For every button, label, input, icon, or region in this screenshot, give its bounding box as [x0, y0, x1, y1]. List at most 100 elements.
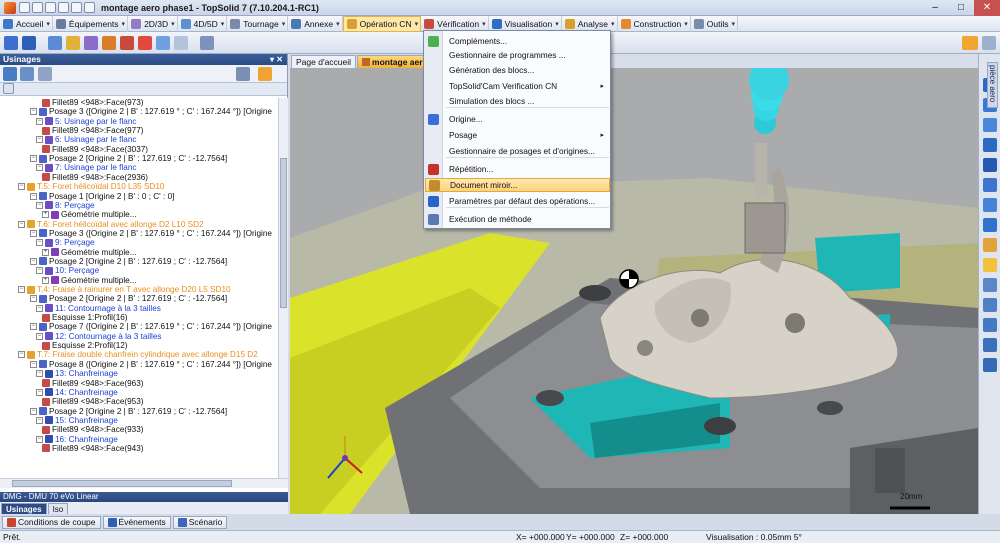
- expand-icon[interactable]: [20, 67, 34, 81]
- tree-node[interactable]: − Posage 8 ([Origine 2 | B' : 127.619 ° ;…: [30, 360, 272, 369]
- view-section-icon[interactable]: [983, 218, 997, 232]
- tab-montage-aero[interactable]: montage aero: [357, 55, 433, 68]
- tree-node[interactable]: − Posage 2 [Origine 2 | B' : 127.619 ; C'…: [30, 154, 227, 163]
- filter-icon[interactable]: [3, 67, 17, 81]
- view-top-icon[interactable]: [983, 158, 997, 172]
- collapse-icon[interactable]: −: [30, 229, 37, 237]
- undo-icon[interactable]: [58, 2, 69, 13]
- collapse-icon[interactable]: −: [36, 416, 43, 424]
- tree-node[interactable]: − T.5: Foret hélicoïdal D10 L35 SD10: [18, 182, 164, 191]
- tree-node[interactable]: Esquisse 2:Profil(12): [42, 341, 128, 350]
- tree-node[interactable]: − 14: Chanfreinage: [36, 388, 118, 397]
- collapse-icon[interactable]: −: [30, 155, 37, 163]
- view-wire-icon[interactable]: [983, 298, 997, 312]
- collapse-icon[interactable]: −: [36, 201, 43, 209]
- tree-node[interactable]: − T.7: Fraise double chanfrein cylindriqu…: [18, 350, 258, 359]
- menu-2d-3d[interactable]: 2D/3D ▾: [128, 15, 178, 32]
- tree-node[interactable]: − 10: Perçage: [36, 266, 99, 275]
- tree-node[interactable]: Fillet89 <948>:Face(3037): [42, 145, 148, 154]
- collapse-icon[interactable]: −: [36, 435, 43, 443]
- grid-icon[interactable]: [174, 36, 188, 50]
- new-operation-icon[interactable]: [22, 36, 36, 50]
- menu--quipements[interactable]: Équipements ▾: [53, 15, 129, 32]
- tree-node[interactable]: Fillet89 <948>:Face(933): [42, 425, 143, 434]
- view-hide-icon[interactable]: [983, 318, 997, 332]
- menu-item-document-miroir[interactable]: Document miroir...: [425, 178, 610, 192]
- menu-item-param-tres-par-d-faut-des-op-rations[interactable]: Paramètres par défaut des opérations...: [425, 194, 610, 208]
- tree-node[interactable]: − Posage 3 ([Origine 2 | B' : 127.619 ° ;…: [30, 107, 272, 116]
- tool-icon[interactable]: [48, 36, 62, 50]
- collapse-icon[interactable]: −: [36, 332, 43, 340]
- collapse-icon[interactable]: −: [36, 388, 43, 396]
- tree-node[interactable]: − 15: Chanfreinage: [36, 416, 118, 425]
- tree-node[interactable]: Fillet89 <948>:Face(963): [42, 379, 143, 388]
- menu-item-topsolid-cam-verification-cn[interactable]: TopSolid'Cam Verification CN ▸: [425, 79, 610, 93]
- view-color-icon[interactable]: [983, 238, 997, 252]
- collapse-icon[interactable]: −: [30, 108, 37, 116]
- collapse-icon[interactable]: −: [36, 117, 43, 125]
- tree-node[interactable]: − 7: Usinage par le flanc: [36, 163, 136, 172]
- collapse-icon[interactable]: −: [18, 183, 25, 191]
- view-help-icon[interactable]: [983, 258, 997, 272]
- tree-node[interactable]: − 16: Chanfreinage: [36, 435, 118, 444]
- view-light-icon[interactable]: [983, 358, 997, 372]
- link-tools-icon[interactable]: [38, 67, 52, 81]
- collapse-icon[interactable]: −: [30, 257, 37, 265]
- collapse-icon[interactable]: −: [36, 239, 43, 247]
- menu-outils[interactable]: Outils ▾: [691, 15, 739, 32]
- tab-scenario[interactable]: Scénario: [172, 515, 228, 529]
- tree-node[interactable]: Esquisse 1:Profil(16): [42, 313, 128, 322]
- tab-evenements[interactable]: Événements: [102, 515, 171, 529]
- tree-node[interactable]: Fillet89 <948>:Face(977): [42, 126, 143, 135]
- tree-horizontal-scrollbar[interactable]: [0, 478, 288, 488]
- view-fit-icon[interactable]: [983, 178, 997, 192]
- help-icon[interactable]: [982, 36, 996, 50]
- menu-annexe[interactable]: Annexe ▾: [288, 15, 343, 32]
- collapse-icon[interactable]: −: [30, 192, 37, 200]
- menu-item-ex-cution-de-m-thode[interactable]: Exécution de méthode: [425, 212, 610, 226]
- copy-icon[interactable]: [156, 36, 170, 50]
- collapse-icon[interactable]: −: [36, 136, 43, 144]
- tree-node[interactable]: − Posage 2 [Origine 2 | B' : 127.619 ; C'…: [30, 257, 227, 266]
- collapse-icon[interactable]: −: [18, 286, 25, 293]
- select-icon[interactable]: [4, 36, 18, 50]
- expand-icon[interactable]: +: [42, 211, 49, 219]
- menu-item-posage[interactable]: Posage ▸: [425, 128, 610, 142]
- 3d-viewport[interactable]: [290, 68, 978, 514]
- menu-item-r-p-tition[interactable]: Répétition...: [425, 162, 610, 176]
- tree-node[interactable]: − 5: Usinage par le flanc: [36, 117, 136, 126]
- menu-construction[interactable]: Construction ▾: [618, 15, 691, 32]
- drill-icon[interactable]: [66, 36, 80, 50]
- list-view-icon[interactable]: [3, 83, 14, 94]
- menu-item-gestionnaire-de-programmes[interactable]: Gestionnaire de programmes ...: [425, 48, 610, 62]
- collapse-icon[interactable]: −: [30, 360, 37, 368]
- side-tab-piece-aero[interactable]: pièce aero: [987, 62, 998, 108]
- tree-node[interactable]: Fillet89 <948>:Face(2936): [42, 173, 148, 182]
- link-icon[interactable]: [138, 36, 152, 50]
- tree-node[interactable]: Fillet89 <948>:Face(943): [42, 444, 143, 453]
- tree-node[interactable]: Fillet89 <948>:Face(973): [42, 98, 143, 107]
- save-icon[interactable]: [45, 2, 56, 13]
- expand-icon[interactable]: +: [42, 248, 49, 256]
- collapse-icon[interactable]: −: [30, 407, 37, 415]
- view-layer-icon[interactable]: [983, 338, 997, 352]
- tree-node[interactable]: + Géométrie multiple...: [42, 210, 137, 219]
- menu-op-ration-cn[interactable]: Opération CN ▾: [342, 15, 422, 32]
- tree-node[interactable]: − T.4: Fraise à rainurer en T avec allong…: [18, 285, 231, 294]
- view-zoom-icon[interactable]: [983, 118, 997, 132]
- view-shade-icon[interactable]: [983, 278, 997, 292]
- collapse-icon[interactable]: −: [36, 304, 43, 312]
- redo-icon[interactable]: [71, 2, 82, 13]
- panel-pin-close[interactable]: ▾ ✕: [270, 54, 287, 65]
- settings-icon[interactable]: [962, 36, 978, 50]
- menu-tournage[interactable]: Tournage ▾: [227, 15, 289, 32]
- collapse-icon[interactable]: −: [30, 323, 37, 331]
- tab-conditions-de-coupe[interactable]: Conditions de coupe: [2, 515, 101, 529]
- minimize-button[interactable]: –: [922, 0, 948, 16]
- collapse-icon[interactable]: −: [36, 267, 43, 275]
- tree-node[interactable]: − 12: Contournage à la 3 tailles: [36, 332, 162, 341]
- pocket-icon[interactable]: [102, 36, 116, 50]
- machine-icon[interactable]: [258, 67, 272, 81]
- menu-4d-5d[interactable]: 4D/5D ▾: [178, 15, 228, 32]
- tab-page-accueil[interactable]: Page d'accueil: [291, 55, 357, 68]
